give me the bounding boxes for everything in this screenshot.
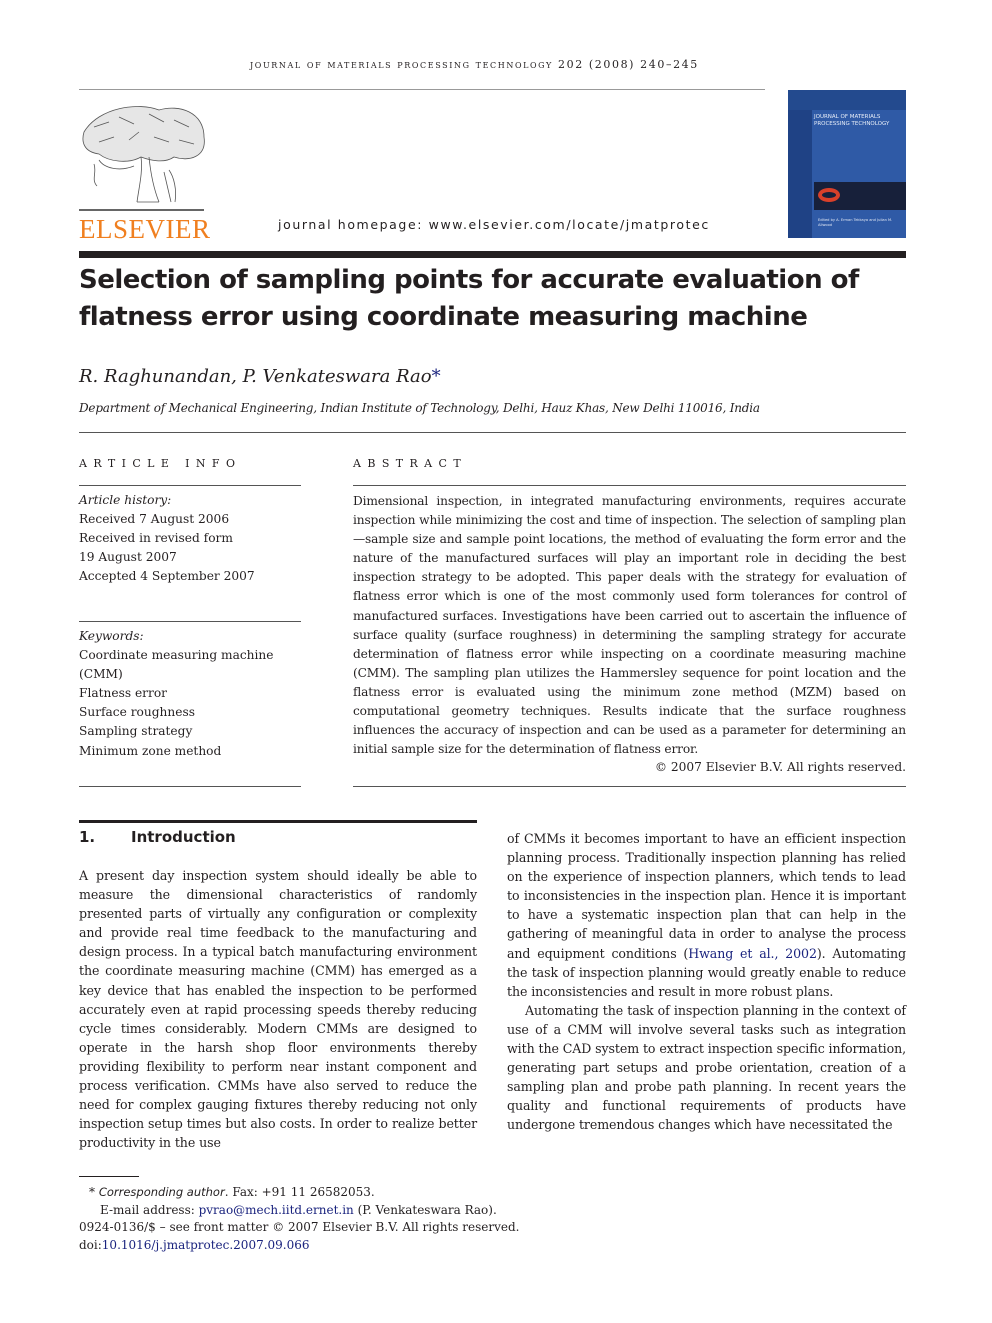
article-info-divider	[79, 485, 301, 486]
keywords-label: Keywords:	[79, 629, 144, 643]
corresponding-author-label: Corresponding author	[98, 1185, 225, 1199]
footnotes: * Corresponding author. Fax: +91 11 2658…	[79, 1184, 579, 1254]
article-history: Article history: Received 7 August 2006 …	[79, 491, 301, 586]
history-item: Accepted 4 September 2007	[79, 569, 255, 584]
doi-line: doi:10.1016/j.jmatprotec.2007.09.066	[79, 1237, 579, 1255]
section-top-rule	[79, 820, 477, 823]
history-item: Received 7 August 2006	[79, 512, 230, 527]
abstract-label: Abstract	[353, 457, 468, 470]
keywords: Keywords: Coordinate measuring machine (…	[79, 627, 301, 761]
fax-text: . Fax: +91 11 26582053.	[224, 1185, 375, 1199]
journal-homepage-link[interactable]: journal homepage: www.elsevier.com/locat…	[278, 217, 710, 232]
keyword-item: Coordinate measuring machine	[79, 648, 274, 663]
history-item: Received in revised form	[79, 531, 233, 546]
running-head: journal of materials processing technolo…	[250, 58, 699, 71]
article-title: Selection of sampling points for accurat…	[79, 265, 859, 332]
authors-text: R. Raghunandan, P. Venkateswara Rao	[79, 366, 432, 387]
cover-editors: Edited by A. Erman Tekkaya and Julian M.…	[818, 218, 893, 227]
issn-line: 0924-0136/$ – see front matter © 2007 El…	[79, 1220, 520, 1234]
intro-paragraph-2: Automating the task of inspection planni…	[507, 1002, 906, 1133]
doi-label: doi:	[79, 1237, 102, 1252]
cover-side-band	[788, 110, 812, 238]
keyword-item: Surface roughness	[79, 705, 195, 720]
body-column-left: A present day inspection system should i…	[79, 866, 477, 1152]
citation-link-hwang-2002[interactable]: Hwang et al., 2002	[688, 946, 817, 961]
email-label: E-mail address:	[100, 1202, 199, 1217]
section-number: 1.	[79, 828, 96, 846]
keywords-divider	[79, 621, 301, 622]
section-title: Introduction	[131, 828, 236, 846]
cover-ring-icon	[818, 188, 840, 202]
intro-paragraph-1-continued: of CMMs it becomes important to have an …	[507, 829, 906, 1001]
title-top-rule	[79, 251, 906, 258]
journal-cover-image: JOURNAL OF MATERIALS PROCESSING TECHNOLO…	[788, 90, 906, 238]
footnote-divider	[79, 1176, 139, 1177]
keyword-item: (CMM)	[79, 667, 123, 682]
cover-top-band	[788, 90, 906, 110]
article-history-label: Article history:	[79, 493, 172, 507]
body-column-right: of CMMs it becomes important to have an …	[507, 829, 906, 1135]
abstract-copyright: © 2007 Elsevier B.V. All rights reserved…	[654, 760, 906, 774]
abstract-text: Dimensional inspection, in integrated ma…	[353, 494, 906, 757]
doi-link[interactable]: 10.1016/j.jmatprotec.2007.09.066	[102, 1238, 310, 1252]
author-list: R. Raghunandan, P. Venkateswara Rao*	[79, 366, 441, 387]
article-info-label: Article Info	[79, 457, 242, 470]
email-link[interactable]: pvrao@mech.iitd.ernet.in	[199, 1203, 354, 1217]
footnote-corresponding: * Corresponding author. Fax: +91 11 2658…	[79, 1184, 579, 1202]
paragraph-text: of CMMs it becomes important to have an …	[507, 831, 906, 961]
email-owner: (P. Venkateswara Rao).	[353, 1202, 497, 1217]
header-divider	[79, 89, 765, 90]
affiliation-divider	[79, 432, 906, 433]
affiliation: Department of Mechanical Engineering, In…	[79, 401, 760, 415]
intro-paragraph-1: A present day inspection system should i…	[79, 868, 477, 1151]
cover-title: JOURNAL OF MATERIALS PROCESSING TECHNOLO…	[814, 114, 890, 127]
abstract-bottom-divider	[353, 786, 906, 787]
article-info-bottom-divider	[79, 786, 301, 787]
corresponding-author-mark[interactable]: *	[432, 366, 441, 387]
keyword-item: Minimum zone method	[79, 743, 222, 758]
elsevier-wordmark: ELSEVIER	[79, 214, 211, 244]
footnote-mark: *	[89, 1185, 95, 1199]
footnote-email: E-mail address: pvrao@mech.iitd.ernet.in…	[79, 1202, 579, 1220]
keyword-item: Sampling strategy	[79, 724, 193, 739]
abstract-divider	[353, 485, 906, 486]
keyword-item: Flatness error	[79, 686, 167, 701]
history-item: 19 August 2007	[79, 550, 177, 565]
section-heading-introduction: 1. Introduction	[79, 828, 236, 846]
